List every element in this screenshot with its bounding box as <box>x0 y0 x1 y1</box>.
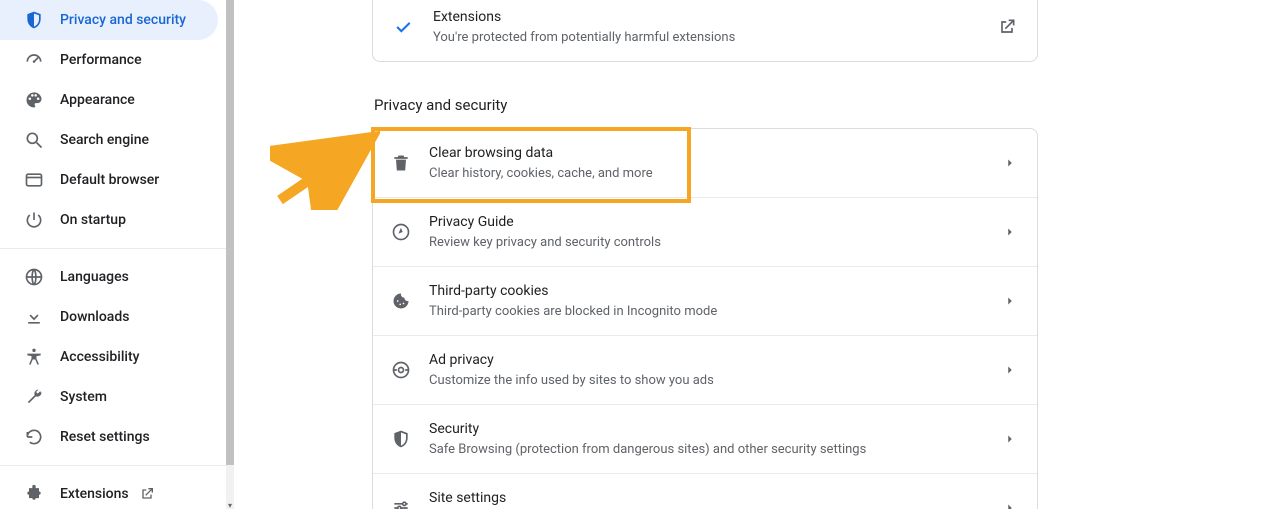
open-in-new-icon[interactable] <box>997 17 1017 37</box>
extension-icon <box>24 484 44 504</box>
privacy-card: Clear browsing data Clear history, cooki… <box>372 128 1038 509</box>
open-in-new-icon <box>139 486 155 502</box>
trash-icon <box>391 153 411 173</box>
sidebar-item-label: Privacy and security <box>60 12 186 28</box>
row-text: Privacy Guide Review key privacy and sec… <box>429 212 991 252</box>
tune-icon <box>391 498 411 509</box>
row-title: Site settings <box>429 488 991 508</box>
cookie-icon <box>391 291 411 311</box>
sidebar-item-label: On startup <box>60 212 126 228</box>
chevron-right-icon <box>1003 363 1017 377</box>
sidebar-item-label: Accessibility <box>60 349 139 365</box>
search-icon <box>24 130 44 150</box>
sidebar-item-label: System <box>60 389 107 405</box>
sidebar-item-accessibility[interactable]: Accessibility <box>0 337 218 377</box>
sidebar-item-appearance[interactable]: Appearance <box>0 80 218 120</box>
safety-check-extensions-row[interactable]: Extensions You're protected from potenti… <box>373 0 1037 61</box>
sidebar-divider <box>0 248 226 249</box>
sidebar-item-label: Default browser <box>60 172 159 188</box>
settings-sidebar: Privacy and security Performance Appeara… <box>0 0 226 509</box>
row-subtitle: Safe Browsing (protection from dangerous… <box>429 441 991 459</box>
power-icon <box>24 210 44 230</box>
sidebar-item-performance[interactable]: Performance <box>0 40 218 80</box>
row-title: Clear browsing data <box>429 143 991 163</box>
palette-icon <box>24 90 44 110</box>
row-security[interactable]: Security Safe Browsing (protection from … <box>373 404 1037 473</box>
row-site-settings[interactable]: Site settings Controls what information … <box>373 473 1037 509</box>
sidebar-item-label: Search engine <box>60 132 149 148</box>
row-title: Extensions <box>433 7 985 27</box>
scrollbar-down-arrow[interactable]: ▾ <box>226 501 234 509</box>
row-third-party-cookies[interactable]: Third-party cookies Third-party cookies … <box>373 266 1037 335</box>
sidebar-item-label: Languages <box>60 269 129 285</box>
chevron-right-icon <box>1003 225 1017 239</box>
compass-icon <box>391 222 411 242</box>
sidebar-item-label: Downloads <box>60 309 129 325</box>
sidebar-item-label: Reset settings <box>60 429 150 445</box>
row-title: Security <box>429 419 991 439</box>
row-text: Clear browsing data Clear history, cooki… <box>429 143 991 183</box>
row-text: Extensions You're protected from potenti… <box>433 7 985 47</box>
row-title: Privacy Guide <box>429 212 991 232</box>
sidebar-item-label: Extensions <box>60 486 129 502</box>
wrench-icon <box>24 387 44 407</box>
sidebar-item-privacy-and-security[interactable]: Privacy and security <box>0 0 218 40</box>
row-text: Third-party cookies Third-party cookies … <box>429 281 991 321</box>
row-ad-privacy[interactable]: Ad privacy Customize the info used by si… <box>373 335 1037 404</box>
row-text: Security Safe Browsing (protection from … <box>429 419 991 459</box>
sidebar-item-label: Appearance <box>60 92 135 108</box>
sidebar-item-default-browser[interactable]: Default browser <box>0 160 218 200</box>
section-title-privacy-and-security: Privacy and security <box>374 96 1038 114</box>
accessibility-icon <box>24 347 44 367</box>
sidebar-item-on-startup[interactable]: On startup <box>0 200 218 240</box>
row-title: Ad privacy <box>429 350 991 370</box>
globe-icon <box>24 267 44 287</box>
sidebar-item-label: Performance <box>60 52 142 68</box>
sidebar-scrollbar[interactable]: ▾ <box>226 0 234 509</box>
sidebar-divider <box>0 465 226 466</box>
sidebar-item-system[interactable]: System <box>0 377 218 417</box>
check-icon <box>393 17 413 37</box>
row-subtitle: Customize the info used by sites to show… <box>429 372 991 390</box>
chevron-right-icon <box>1003 432 1017 446</box>
row-text: Ad privacy Customize the info used by si… <box>429 350 991 390</box>
row-subtitle: You're protected from potentially harmfu… <box>433 29 985 47</box>
row-clear-browsing-data[interactable]: Clear browsing data Clear history, cooki… <box>373 129 1037 197</box>
chevron-right-icon <box>1003 156 1017 170</box>
sidebar-item-downloads[interactable]: Downloads <box>0 297 218 337</box>
sidebar-item-extensions[interactable]: Extensions <box>0 474 226 509</box>
row-text: Site settings Controls what information … <box>429 488 991 509</box>
sidebar-list-main: Privacy and security Performance Appeara… <box>0 0 226 509</box>
sidebar-item-languages[interactable]: Languages <box>0 257 218 297</box>
sidebar-item-reset-settings[interactable]: Reset settings <box>0 417 218 457</box>
ad-privacy-icon <box>391 360 411 380</box>
sidebar-item-search-engine[interactable]: Search engine <box>0 120 218 160</box>
security-shield-icon <box>391 429 411 449</box>
chevron-right-icon <box>1003 294 1017 308</box>
download-icon <box>24 307 44 327</box>
row-privacy-guide[interactable]: Privacy Guide Review key privacy and sec… <box>373 197 1037 266</box>
main-content: Extensions You're protected from potenti… <box>234 0 1266 509</box>
shield-icon <box>24 10 44 30</box>
row-subtitle: Third-party cookies are blocked in Incog… <box>429 303 991 321</box>
row-subtitle: Clear history, cookies, cache, and more <box>429 165 991 183</box>
speedometer-icon <box>24 50 44 70</box>
restore-icon <box>24 427 44 447</box>
scrollbar-thumb[interactable] <box>226 0 234 465</box>
row-subtitle: Review key privacy and security controls <box>429 234 991 252</box>
chevron-right-icon <box>1003 501 1017 509</box>
safety-check-card: Extensions You're protected from potenti… <box>372 0 1038 62</box>
row-title: Third-party cookies <box>429 281 991 301</box>
browser-icon <box>24 170 44 190</box>
